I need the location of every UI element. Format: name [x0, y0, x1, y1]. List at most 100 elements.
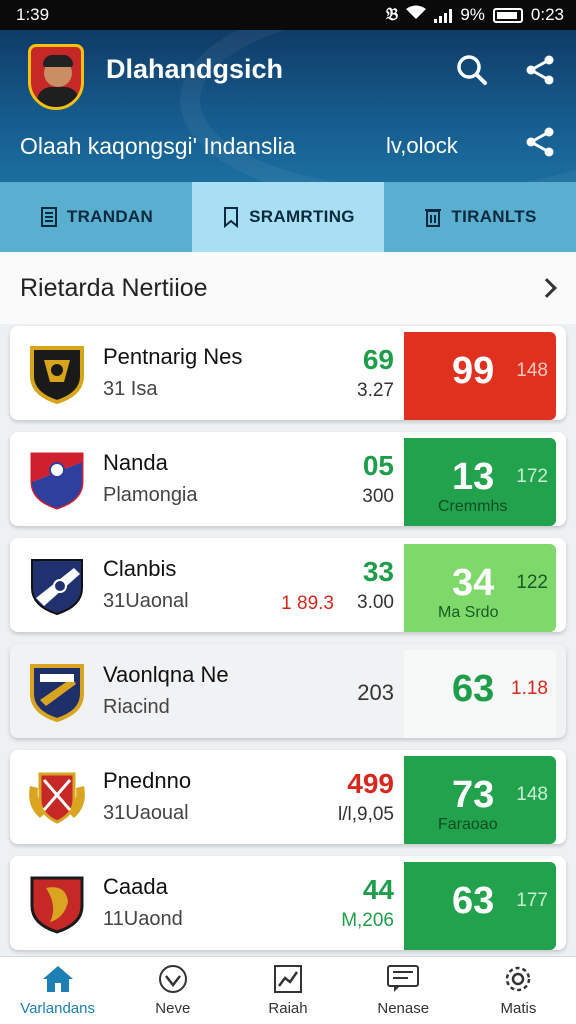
share-icon[interactable]	[522, 52, 558, 88]
match-card[interactable]: Caada 11Uaond 44 M,206 63 177	[10, 856, 566, 950]
share-icon-secondary[interactable]	[522, 124, 558, 160]
stat-subvalue: 203	[357, 680, 394, 705]
tab-bar: TRANDAN SRAMRTING TIRANLTS	[0, 182, 576, 252]
score-block: 63 1.18	[404, 650, 556, 738]
tab-label: TRANDAN	[66, 207, 154, 226]
score-side-value: 1.18	[511, 678, 548, 699]
document-icon	[40, 207, 57, 227]
score-side-value: 177	[516, 890, 548, 911]
section-title: Rietarda Nertiioe	[20, 273, 208, 302]
nav-item-matis[interactable]: Matis	[461, 957, 576, 1024]
stat-value: 499	[347, 768, 394, 799]
settings-icon	[506, 966, 531, 992]
section-header[interactable]: Rietarda Nertiioe	[0, 252, 576, 324]
score-side-value: 148	[516, 784, 548, 805]
status-time: 1:39	[16, 5, 50, 24]
match-card[interactable]: Nanda Plamongia 05 300 13 172 Cremmhs	[10, 432, 566, 526]
status-icons: 𝔅 9% 0:23	[386, 5, 564, 25]
team-name: Clanbis	[103, 556, 177, 581]
tab-trandan[interactable]: TRANDAN	[0, 182, 192, 252]
score-value: 73	[452, 774, 495, 816]
tab-tiranlts[interactable]: TIRANLTS	[384, 182, 576, 252]
trash-icon	[425, 209, 442, 227]
team-subtitle: 31Uaoual	[103, 802, 189, 824]
app-title: Dlahandgsich	[106, 54, 284, 84]
score-block: 73 148 Faraoao	[404, 756, 556, 844]
bottom-nav: Varlandans Neve Raiah Nenase Matis	[0, 956, 576, 1024]
score-block: 99 148	[404, 332, 556, 420]
score-value: 63	[452, 668, 495, 710]
stat-value: 69	[362, 344, 394, 375]
team-crest-icon	[30, 346, 84, 404]
stat-subvalue: 300	[362, 486, 394, 507]
nav-label: Raiah	[268, 1000, 308, 1017]
stat-value: 44	[362, 874, 394, 905]
stat-value: 33	[362, 556, 394, 587]
message-icon	[387, 965, 420, 992]
chevron-right-icon[interactable]	[537, 278, 557, 298]
nav-label: Nenase	[377, 1000, 430, 1017]
stat-subvalue: M,206	[341, 910, 394, 931]
score-value: 13	[452, 456, 495, 498]
score-side-value: 122	[516, 572, 548, 593]
stat-subvalue: 3.00	[357, 592, 394, 613]
team-crest-icon	[30, 664, 84, 722]
tab-label: TIRANLTS	[451, 207, 537, 226]
heart-icon	[158, 965, 187, 993]
team-crest-icon	[29, 772, 85, 824]
team-name: Pentnarig Nes	[103, 344, 243, 369]
stat-subvalue: 3.27	[357, 380, 394, 401]
profile-avatar[interactable]	[28, 44, 84, 110]
bookmark-icon	[224, 207, 239, 228]
nav-label: Varlandans	[20, 1000, 95, 1017]
score-side-value: 148	[516, 360, 548, 381]
nav-item-home[interactable]: Varlandans	[0, 957, 115, 1024]
match-card[interactable]: Vaonlqna Ne Riacind 203 63 1.18	[10, 644, 566, 738]
header-subnote: lv,olock	[386, 133, 458, 158]
bluetooth-icon: 𝔅	[386, 5, 399, 24]
team-crest-icon	[31, 559, 83, 616]
stat-extra-value: 1 89.3	[281, 593, 334, 614]
score-block: 63 177	[404, 862, 556, 950]
match-card[interactable]: Clanbis 31Uaonal 33 1 89.3 3.00 34 122 M…	[10, 538, 566, 632]
score-caption: Cremmhs	[438, 498, 508, 515]
team-name: Caada	[103, 874, 168, 899]
status-time-right: 0:23	[530, 5, 564, 24]
match-card[interactable]: Pnednno 31Uaoual 499 l/l,9,05 73 148 Far…	[10, 750, 566, 844]
score-caption: Faraoao	[438, 816, 498, 833]
score-caption: Ma Srdo	[438, 604, 499, 621]
match-card[interactable]: Pentnarig Nes 31 Isa 69 3.27 99 148	[10, 326, 566, 420]
nav-item-nenase[interactable]: Nenase	[346, 957, 461, 1024]
nav-label: Neve	[155, 1000, 191, 1017]
nav-label: Matis	[500, 1000, 537, 1017]
home-icon	[42, 966, 73, 992]
status-bar: 1:39 𝔅 9% 0:23	[0, 0, 576, 30]
battery-icon	[492, 7, 523, 23]
wifi-icon	[406, 5, 427, 25]
tab-sramrting[interactable]: SRAMRTING	[192, 182, 384, 252]
nav-item-raiah[interactable]: Raiah	[230, 957, 345, 1024]
signal-icon	[434, 8, 453, 23]
tab-label: SRAMRTING	[249, 207, 355, 226]
team-name: Pnednno	[103, 768, 192, 793]
team-subtitle: 31Uaonal	[103, 590, 189, 612]
score-side-value: 172	[516, 466, 548, 487]
score-value: 34	[452, 562, 495, 604]
score-value: 99	[452, 350, 495, 392]
team-subtitle: Plamongia	[103, 484, 198, 506]
team-crest-icon	[30, 876, 84, 934]
stat-value: 05	[362, 450, 394, 481]
chart-icon	[274, 965, 302, 993]
score-value: 63	[452, 880, 495, 922]
score-block: 13 172 Cremmhs	[404, 438, 556, 526]
team-name: Vaonlqna Ne	[103, 662, 229, 687]
score-block: 34 122 Ma Srdo	[404, 544, 556, 632]
team-subtitle: 31 Isa	[103, 378, 158, 400]
team-subtitle: Riacind	[103, 696, 170, 718]
search-icon[interactable]	[454, 52, 490, 88]
header-subtitle: Olaah kaqongsgi' Indanslia	[20, 133, 296, 159]
nav-item-neve[interactable]: Neve	[115, 957, 230, 1024]
stat-subvalue: l/l,9,05	[338, 804, 394, 825]
app-header: Dlahandgsich Olaah kaqongsgi' Indanslia …	[0, 30, 576, 182]
team-crest-icon	[30, 452, 84, 510]
